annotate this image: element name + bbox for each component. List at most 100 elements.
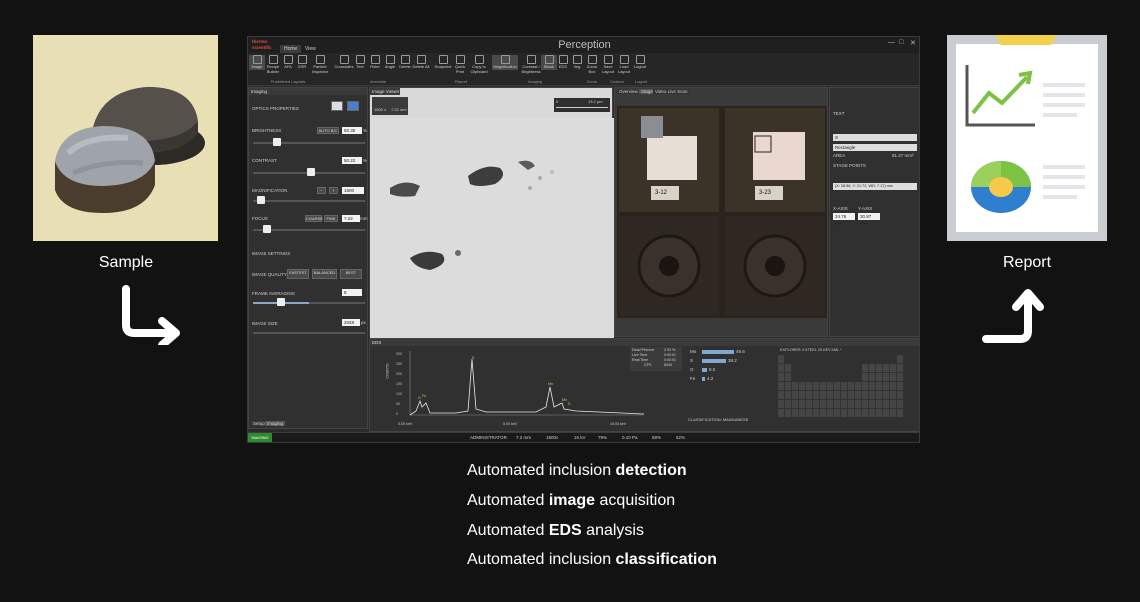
y-tick-label: 150 — [396, 382, 402, 386]
element-cell — [855, 391, 862, 399]
delete-all-button[interactable]: Delete All — [412, 55, 430, 70]
sample-photo — [33, 35, 218, 241]
logout-button[interactable]: Logout — [632, 55, 648, 70]
element-cell — [813, 391, 820, 399]
element-cell — [876, 364, 883, 372]
quality-balanced-button[interactable]: BALANCED — [312, 269, 337, 279]
angle-button[interactable]: Angle — [382, 55, 398, 70]
imaging-status-chip[interactable]: IMAGING — [248, 433, 272, 442]
maximize-icon[interactable]: □ — [899, 39, 903, 46]
brightness-slider-knob[interactable] — [273, 138, 281, 146]
peak-label: Fe — [422, 394, 426, 398]
element-cell — [792, 391, 799, 399]
stage-view-panel: Overview Stage Video Live Scan 3-12 3-23 — [614, 87, 828, 337]
group-report: Report — [454, 79, 467, 84]
contrast-slider-knob[interactable] — [307, 168, 315, 176]
contrast-brightness-button[interactable]: Contrast / Brightness — [519, 55, 543, 74]
focus-unit: mm — [360, 216, 368, 221]
element-cell — [869, 364, 876, 372]
recipe-builder-button[interactable]: Recipe Builder — [265, 55, 281, 74]
magnification-input[interactable]: 1500 — [342, 187, 364, 194]
magnification-slider[interactable] — [253, 200, 365, 202]
contrast-status: 52% — [676, 435, 686, 440]
hfw-status: 7.2 mm — [516, 435, 532, 440]
steel-sample-illustration — [55, 87, 205, 213]
real-time-value: 0:00:01 — [664, 358, 676, 362]
focus-input[interactable]: 7.22 — [342, 215, 360, 222]
element-fe-label: Fe — [690, 376, 696, 381]
scale-value: 13.2 µm — [588, 99, 603, 104]
element-cell — [897, 355, 904, 363]
minimize-icon[interactable]: — — [888, 39, 895, 46]
beam-icon[interactable] — [331, 101, 343, 111]
element-cell — [848, 382, 855, 390]
text-button[interactable]: Text — [352, 55, 368, 70]
snapshot-button[interactable]: Snapshot — [434, 55, 452, 70]
element-cell — [799, 409, 806, 417]
element-cell — [876, 391, 883, 399]
element-cell — [890, 364, 897, 372]
y-axis-input[interactable]: 30.87 mm — [858, 213, 880, 226]
layout-image-button[interactable]: Image — [249, 55, 265, 70]
image-viewer-panel: Image Viewer 1500 x 7.22 mm 0 13.2 µm — [369, 87, 614, 338]
focus-slider-knob[interactable] — [263, 225, 271, 233]
gsr-button[interactable]: GSR — [294, 55, 310, 70]
crosshairs-button[interactable]: Crosshairs — [334, 55, 354, 70]
magnet-icon[interactable] — [347, 101, 359, 111]
coarse-button[interactable]: COARSE — [305, 215, 323, 222]
image-viewer-tab[interactable]: Image Viewer — [370, 88, 400, 95]
quick-print-button[interactable]: Quick Print — [452, 55, 468, 74]
tab-overview[interactable]: Overview — [617, 89, 640, 94]
quality-best-button[interactable]: BEST — [340, 269, 362, 279]
element-cell — [827, 400, 834, 408]
properties-panel: TEXT S Rectangle AREA 81.27 mm² STAGE PO… — [829, 87, 919, 337]
ruler-button[interactable]: Ruler — [367, 55, 383, 70]
copy-clipboard-button[interactable]: Copy to Clipboard — [468, 55, 490, 74]
element-cell — [883, 409, 890, 417]
magnification-slider-knob[interactable] — [257, 196, 265, 204]
auto-bc-button[interactable]: AUTO B/C — [317, 127, 339, 134]
brightness-slider[interactable] — [253, 142, 365, 144]
fine-button[interactable]: FINE — [324, 215, 338, 222]
frame-averaging-input[interactable]: 8 — [342, 289, 362, 296]
shape-dropdown[interactable]: Rectangle — [833, 144, 917, 151]
right-up-arrow-icon — [982, 289, 1044, 343]
contrast-input[interactable]: 50.22 — [342, 157, 362, 164]
img-button[interactable]: Img — [569, 55, 585, 70]
focus-label: FOCUS — [252, 216, 268, 221]
group-zoom: Zoom — [586, 79, 598, 84]
frame-averaging-label: FRAME AVERAGING — [252, 291, 296, 296]
caption-eds-analysis: Automated EDS analysis — [467, 522, 644, 539]
peak-label: S — [472, 356, 475, 360]
delete-button[interactable]: Delete — [397, 55, 413, 70]
zoom-in-button[interactable]: + — [329, 187, 338, 194]
zoom-box-button[interactable]: Zoom Box — [584, 55, 600, 74]
image-size-input[interactable]: 2048 — [342, 319, 360, 326]
close-icon[interactable]: ✕ — [910, 39, 916, 47]
element-fe-value: 4.2 — [707, 376, 714, 381]
frame-averaging-knob[interactable] — [277, 298, 285, 306]
stage-point-dropdown[interactable]: (X: 28.56, Y: 21.72, WD: 7.17) mm — [833, 183, 917, 190]
element-cell — [792, 409, 799, 417]
brightness-input[interactable]: 50.30 — [342, 127, 362, 134]
element-cell — [897, 364, 904, 372]
element-cell — [869, 409, 876, 417]
report-label: Report — [1002, 254, 1052, 271]
tab-imaging[interactable]: Imaging — [265, 421, 286, 426]
caption-image-acquisition: Automated image acquisition — [467, 492, 676, 509]
element-cell — [883, 364, 890, 372]
magnification-button[interactable]: Magnification — [492, 55, 518, 70]
save-layout-button[interactable]: Save Layout — [600, 55, 616, 74]
periodic-table[interactable] — [778, 355, 908, 427]
quality-fastest-button[interactable]: FASTEST — [287, 269, 309, 279]
zoom-out-button[interactable]: − — [317, 187, 326, 194]
element-cell — [806, 382, 813, 390]
annotation-dropdown[interactable]: S — [833, 134, 917, 141]
tab-video-live-scan[interactable]: Video Live Scan — [653, 89, 690, 94]
image-size-slider[interactable] — [253, 332, 365, 334]
load-layout-button[interactable]: Load Layout — [616, 55, 632, 74]
x-axis-input[interactable]: 24.76 mm — [833, 213, 855, 226]
imaging-panel-header: Imaging — [249, 88, 367, 95]
particle-inspector-button[interactable]: Particle Inspector — [310, 55, 330, 74]
element-cell — [778, 391, 785, 399]
